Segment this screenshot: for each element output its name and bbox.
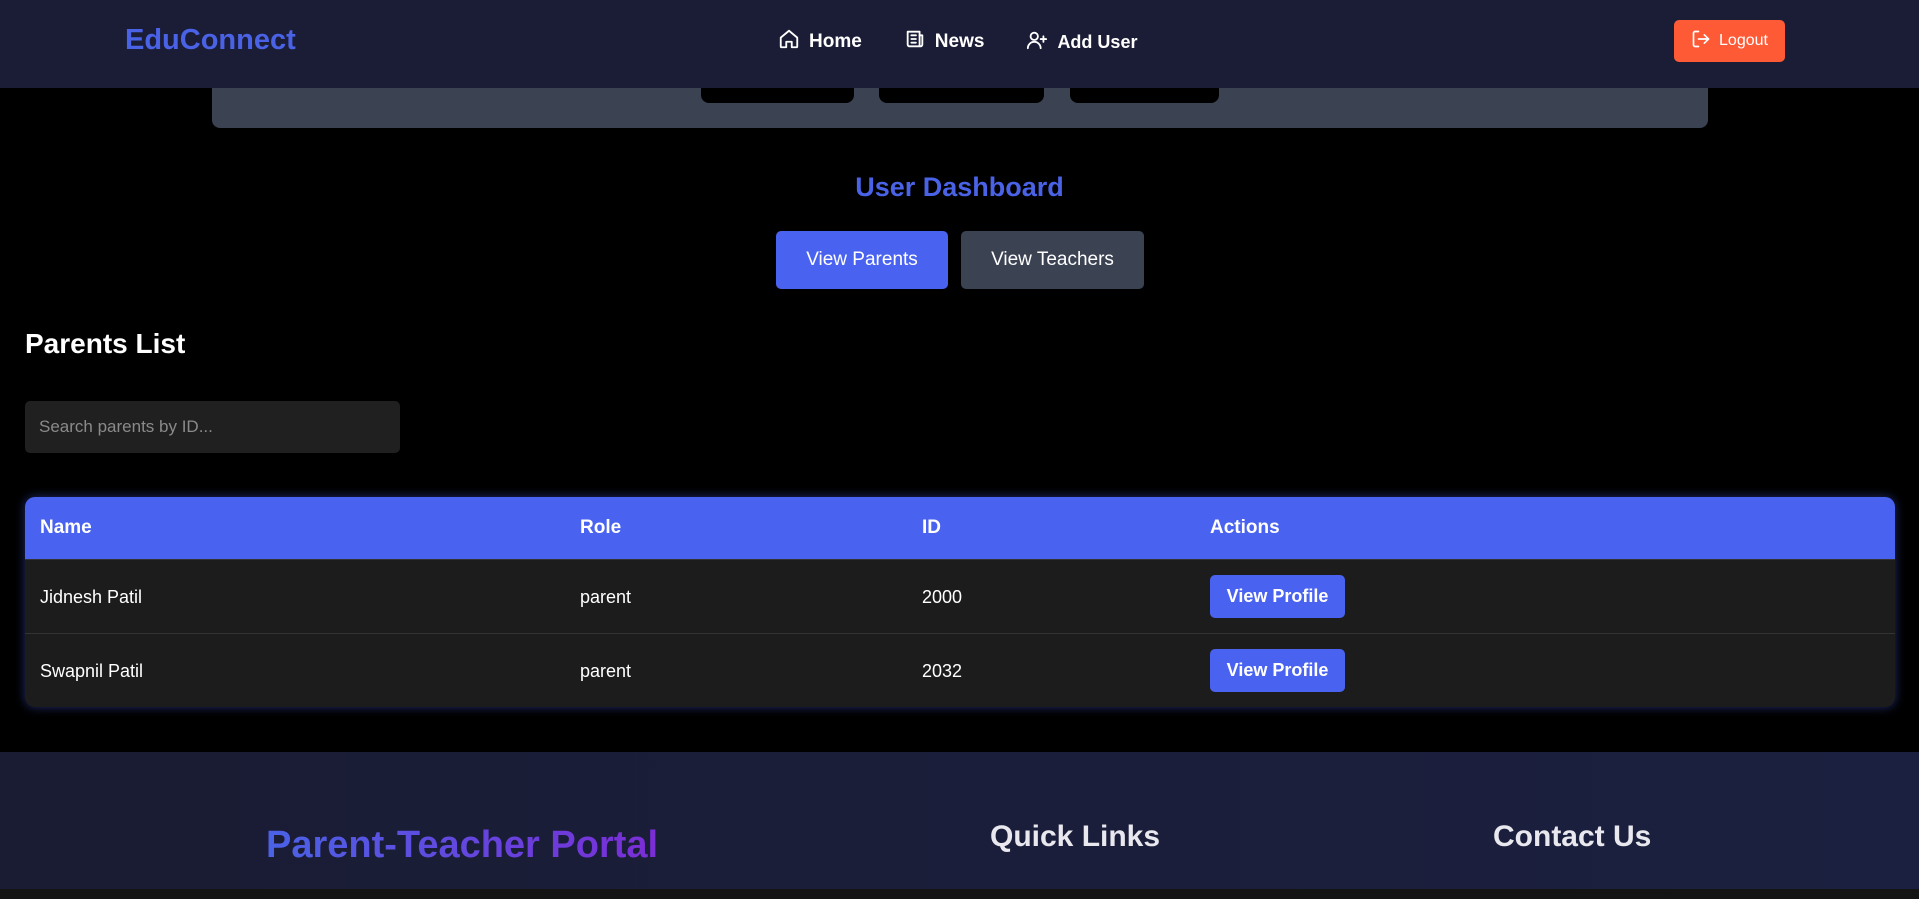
nav-add-user[interactable]: Add User xyxy=(1026,29,1137,56)
cell-role: parent xyxy=(580,587,632,607)
column-header-actions: Actions xyxy=(1210,517,1280,538)
brand-logo[interactable]: EduConnect xyxy=(125,24,296,57)
view-profile-button[interactable]: View Profile xyxy=(1210,649,1345,692)
search-input[interactable] xyxy=(25,401,400,453)
view-parents-button[interactable]: View Parents xyxy=(776,231,948,289)
column-header-name: Name xyxy=(40,517,92,538)
home-icon xyxy=(778,28,800,56)
nav-add-user-label: Add User xyxy=(1057,31,1138,52)
footer-contact-heading: Contact Us xyxy=(1493,820,1652,853)
top-navbar: EduConnect Home News Add User Logout xyxy=(0,0,1919,88)
nav-home[interactable]: Home xyxy=(778,28,862,56)
footer-quick-links-heading: Quick Links xyxy=(990,820,1161,853)
view-teachers-button[interactable]: View Teachers xyxy=(961,231,1144,289)
cell-name: Swapnil Patil xyxy=(40,661,144,681)
parents-list-title: Parents List xyxy=(25,328,186,359)
cell-id: 2000 xyxy=(922,587,963,607)
nav-news[interactable]: News xyxy=(904,28,985,56)
cell-role: parent xyxy=(580,661,632,681)
table-row: Jidnesh Patil parent 2000 View Profile xyxy=(25,559,1895,633)
table-header: Name Role ID Actions xyxy=(25,497,1895,559)
column-header-role: Role xyxy=(580,517,622,538)
parents-table: Name Role ID Actions Jidnesh Patil paren… xyxy=(25,497,1895,707)
table-row: Swapnil Patil parent 2032 View Profile xyxy=(25,633,1895,707)
logout-icon xyxy=(1691,29,1711,54)
logout-button[interactable]: Logout xyxy=(1674,20,1785,62)
cell-id: 2032 xyxy=(922,661,963,681)
footer-bottom-bar xyxy=(0,889,1919,899)
user-plus-icon xyxy=(1026,29,1048,56)
footer-portal-title: Parent-Teacher Portal xyxy=(266,824,659,866)
dashboard-title: User Dashboard xyxy=(855,172,1064,202)
nav-news-label: News xyxy=(934,31,985,52)
cell-name: Jidnesh Patil xyxy=(40,587,143,607)
nav-links: Home News Add User xyxy=(778,28,1179,56)
newspaper-icon xyxy=(904,28,926,56)
view-profile-button[interactable]: View Profile xyxy=(1210,575,1345,618)
nav-home-label: Home xyxy=(809,31,862,52)
logout-label: Logout xyxy=(1719,32,1768,49)
column-header-id: ID xyxy=(922,517,941,538)
